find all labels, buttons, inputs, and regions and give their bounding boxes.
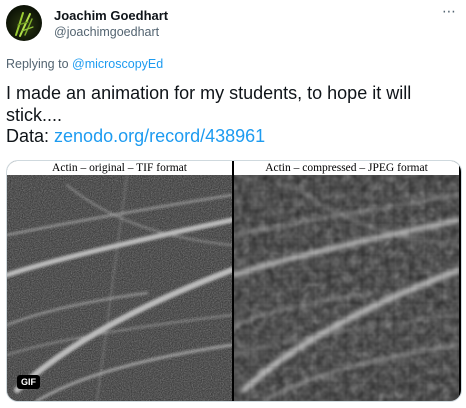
more-options-icon[interactable]: ⋯ <box>438 4 460 22</box>
avatar-image <box>15 12 34 37</box>
tweet-text-line1: I made an animation for my students, to … <box>6 83 412 103</box>
reply-context: Replying to @microscopyEd <box>6 57 163 71</box>
actin-compressed-image <box>234 175 459 401</box>
tweet-text-line2: stick.... <box>6 104 63 125</box>
panel-original: Actin – original – TIF format GIF <box>7 161 232 401</box>
panel-compressed: Actin – compressed – JPEG format <box>234 161 459 401</box>
reply-mention-link[interactable]: @microscopyEd <box>72 57 163 71</box>
tweet-text: I made an animation for my students, to … <box>6 83 456 148</box>
author-handle[interactable]: @joachimgoedhart <box>54 25 159 39</box>
tweet-data-line: Data: zenodo.org/record/438961 <box>6 126 456 148</box>
avatar[interactable] <box>6 5 42 41</box>
media-animation[interactable]: Actin – original – TIF format GIF Actin … <box>6 160 462 402</box>
author-name[interactable]: Joachim Goedhart <box>54 8 168 23</box>
panel-compressed-title: Actin – compressed – JPEG format <box>234 161 459 175</box>
actin-original-image <box>7 175 232 401</box>
gif-badge: GIF <box>17 375 40 389</box>
reply-prefix: Replying to <box>6 57 73 71</box>
zenodo-link[interactable]: zenodo.org/record/438961 <box>54 126 265 146</box>
panel-original-title: Actin – original – TIF format <box>7 161 232 175</box>
data-prefix: Data: <box>6 126 55 146</box>
